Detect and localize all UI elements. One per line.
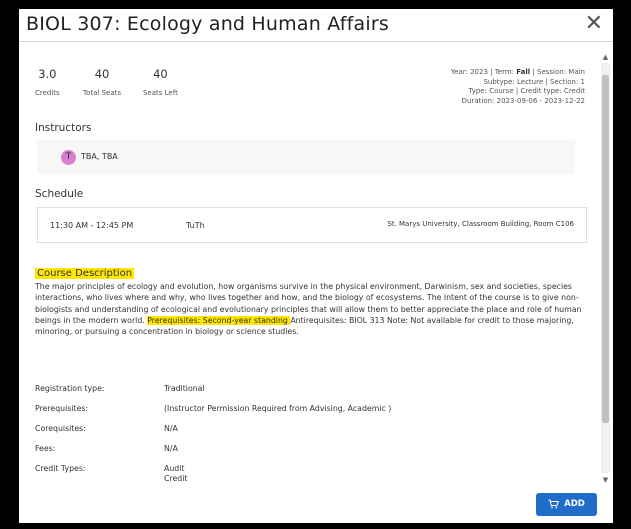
seats-left-value: 40 [153, 67, 168, 81]
scrollbar[interactable]: ▲ ▼ [601, 53, 610, 485]
scroll-track[interactable] [601, 63, 610, 473]
schedule-time: 11:30 AM - 12:45 PM [50, 221, 134, 230]
stat-seats-left: 40 Seats Left [143, 67, 178, 97]
meta-line-2: Subtype: Lecture | Section: 1 [483, 77, 585, 86]
instructors-heading: Instructors [35, 122, 92, 134]
cart-icon [548, 499, 560, 508]
schedule-location: St. Marys University, Classroom Building… [387, 220, 574, 228]
meta-line-4: Duration: 2023-09-06 - 2023-12-22 [461, 96, 585, 105]
description-heading: Course Description [35, 268, 135, 279]
schedule-days: TuTh [186, 221, 205, 230]
credit-type-credit: Credit [164, 474, 188, 482]
modal-body[interactable]: 3.0 Credits 40 Total Seats 40 Seats Left… [19, 42, 597, 482]
schedule-card: 11:30 AM - 12:45 PM TuTh St. Marys Unive… [37, 207, 587, 243]
add-button-label: ADD [564, 499, 585, 509]
scroll-up-arrow-icon[interactable]: ▲ [601, 53, 610, 62]
prerequisites-highlight: Prerequisites: Second-year standing [147, 315, 291, 325]
stat-credits: 3.0 Credits [35, 67, 60, 97]
scroll-thumb[interactable] [602, 75, 609, 423]
course-modal: BIOL 307: Ecology and Human Affairs ✕ 3.… [19, 9, 613, 523]
close-icon[interactable]: ✕ [585, 11, 603, 36]
course-meta: Year: 2023 | Term: Fall | Session: Main … [451, 68, 585, 106]
add-button[interactable]: ADD [536, 493, 597, 516]
meta-line-1: Year: 2023 | Term: Fall | Session: Main [450, 68, 585, 76]
screen-frame: BIOL 307: Ecology and Human Affairs ✕ 3.… [0, 0, 631, 529]
instructor-card: T TBA, TBA [37, 140, 575, 174]
stat-total-seats: 40 Total Seats [83, 67, 121, 97]
credits-value: 3.0 [38, 67, 57, 81]
meta-term: Fall [516, 68, 531, 76]
credits-label: Credits [35, 89, 60, 97]
seats-left-label: Seats Left [143, 89, 178, 97]
credit-type-audit: Audit [164, 464, 185, 473]
course-description: The major principles of ecology and evol… [35, 282, 582, 337]
avatar: T [61, 150, 76, 165]
meta-line-3: Type: Course | Credit type: Credit [468, 87, 585, 95]
scroll-down-arrow-icon[interactable]: ▼ [601, 476, 610, 485]
total-seats-label: Total Seats [83, 89, 122, 97]
schedule-heading: Schedule [35, 188, 84, 200]
instructor-name: TBA, TBA [81, 152, 118, 161]
total-seats-value: 40 [94, 67, 110, 81]
modal-title: BIOL 307: Ecology and Human Affairs [26, 13, 389, 35]
